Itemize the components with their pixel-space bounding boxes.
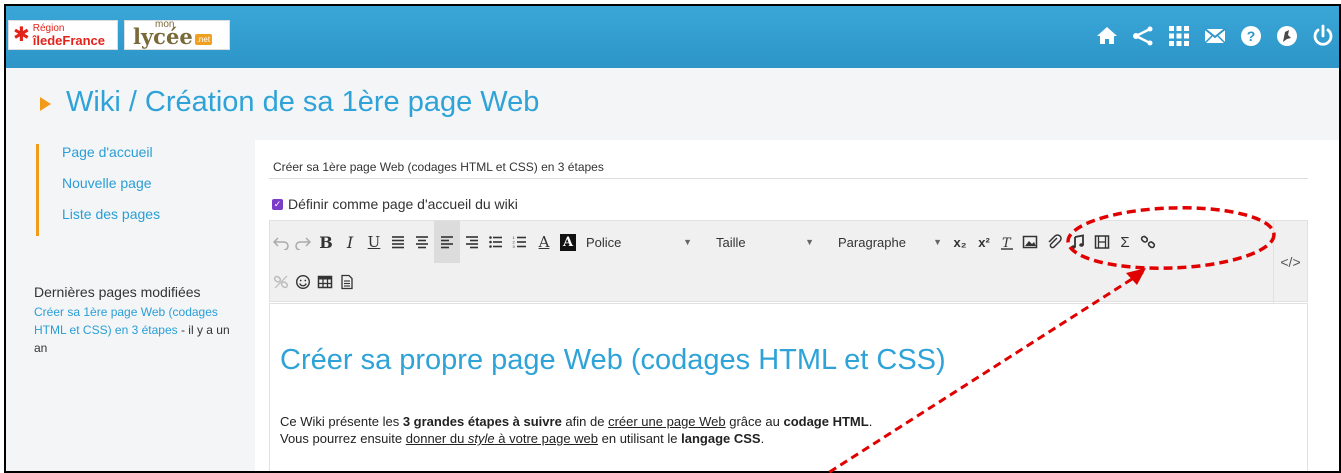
recent-pages: Dernières pages modifiées Créer sa 1ère … (34, 284, 244, 357)
homepage-checkbox-row[interactable]: ✓ Définir comme page d'accueil du wiki (272, 196, 518, 212)
underline-button[interactable]: U (362, 221, 386, 263)
link-icon[interactable] (1136, 221, 1160, 263)
mail-icon[interactable] (1203, 24, 1227, 48)
redo-icon[interactable] (292, 221, 314, 263)
font-family-select[interactable]: Police ▼ (580, 228, 698, 256)
editor-line-1: Ce Wiki présente les 3 grandes étapes à … (280, 413, 872, 430)
sidebar-nav: Page d'accueil Nouvelle page Liste des p… (36, 144, 160, 236)
editor-content[interactable]: Créer sa propre page Web (codages HTML e… (269, 303, 1308, 471)
image-icon[interactable] (1018, 221, 1042, 263)
homepage-checkbox-label: Définir comme page d'accueil du wiki (288, 196, 518, 212)
table-icon[interactable] (314, 264, 336, 300)
main-panel: Créer sa 1ère page Web (codages HTML et … (255, 140, 1339, 471)
share-icon[interactable] (1131, 24, 1155, 48)
line2-part-d: à votre page web (494, 431, 599, 446)
line1-part-c: afin de (561, 414, 609, 429)
toolbar-row-1: B I U 123 A A Police ▼ Taille ▼ Paragrap… (270, 221, 1160, 263)
line1-part-f: codage HTML (783, 414, 869, 429)
editor-line-2: Vous pourrez ensuite donner du style à v… (280, 430, 872, 447)
line2-part-b: donner du (405, 431, 468, 446)
help-icon[interactable]: ? (1239, 24, 1263, 48)
superscript-button[interactable]: x² (972, 221, 996, 263)
align-center-icon[interactable] (410, 221, 434, 263)
monlycee-logo-mon: mon (155, 19, 175, 30)
sidebar-item-page-list[interactable]: Liste des pages (62, 206, 160, 237)
line2-part-e: en utilisant le (598, 431, 682, 446)
attachment-icon[interactable] (1042, 221, 1066, 263)
top-icons: ? (1095, 24, 1335, 48)
background-color-button[interactable]: A (556, 221, 580, 263)
line2-part-f: langage CSS (681, 431, 761, 446)
region-star-icon: ✱ (13, 24, 30, 46)
power-icon[interactable] (1311, 24, 1335, 48)
background-color-label: A (559, 233, 577, 251)
font-size-chevron-down-icon: ▼ (805, 237, 814, 247)
audio-icon[interactable] (1066, 221, 1090, 263)
sidebar-item-new-page[interactable]: Nouvelle page (62, 175, 160, 206)
line1-part-d: créer une page Web (608, 414, 726, 429)
page-name-underline (269, 178, 1308, 179)
recent-pages-entry: Créer sa 1ère page Web (codages HTML et … (34, 303, 244, 357)
italic-button[interactable]: I (338, 221, 362, 263)
font-size-label: Taille (716, 234, 746, 250)
svg-text:T: T (1002, 236, 1012, 250)
font-family-chevron-down-icon: ▼ (683, 237, 692, 247)
line1-part-g: . (868, 414, 873, 429)
title-arrow-icon (40, 97, 51, 111)
text-color-button[interactable]: A (532, 221, 556, 263)
align-justify-icon[interactable] (386, 221, 410, 263)
clear-formatting-icon[interactable]: T (996, 221, 1018, 263)
undo-icon[interactable] (270, 221, 292, 263)
apps-grid-icon[interactable] (1167, 24, 1191, 48)
toolbar-row-2 (270, 264, 358, 300)
numbered-list-icon[interactable]: 123 (508, 221, 532, 263)
region-logo-line2: îledeFrance (32, 32, 106, 48)
home-icon[interactable] (1095, 24, 1119, 48)
line2-part-c: style (467, 431, 495, 446)
editor-heading: Créer sa propre page Web (codages HTML e… (280, 344, 946, 376)
line1-part-e: grâce au (725, 414, 784, 429)
align-right-icon[interactable] (460, 221, 484, 263)
bold-button[interactable]: B (314, 221, 338, 263)
svg-text:3: 3 (513, 244, 516, 249)
paragraph-format-chevron-down-icon: ▼ (933, 237, 942, 247)
region-logo-line1: Région (32, 22, 65, 34)
formula-button[interactable]: Σ (1114, 221, 1136, 263)
recent-pages-heading: Dernières pages modifiées (34, 284, 201, 300)
line2-part-g: . (760, 431, 765, 446)
monlycee-logo[interactable]: mon lycée .net (124, 19, 230, 50)
top-bar: ✱ Région îledeFrance mon lycée .net ? (6, 6, 1339, 68)
font-size-select[interactable]: Taille ▼ (710, 228, 820, 256)
subscript-button[interactable]: x₂ (948, 221, 972, 263)
monlycee-logo-net: .net (194, 34, 213, 45)
screenshot-frame: ✱ Région îledeFrance mon lycée .net ? Wi… (4, 4, 1341, 473)
page-title-text: Wiki / Création de sa 1ère page Web (66, 86, 540, 118)
line2-part-a: Vous pourrez ensuite (280, 431, 406, 446)
emoji-icon[interactable] (292, 264, 314, 300)
video-icon[interactable] (1090, 221, 1114, 263)
editor-paragraph: Ce Wiki présente les 3 grandes étapes à … (280, 413, 872, 447)
paragraph-format-label: Paragraphe (838, 234, 906, 250)
user-avatar-icon[interactable] (1275, 24, 1299, 48)
bullet-list-icon[interactable] (484, 221, 508, 263)
sidebar-item-home[interactable]: Page d'accueil (62, 144, 160, 175)
svg-text:?: ? (1247, 28, 1256, 44)
logos: ✱ Région îledeFrance mon lycée .net (8, 19, 230, 50)
paragraph-format-select[interactable]: Paragraphe ▼ (832, 228, 948, 256)
editor-toolbar: B I U 123 A A Police ▼ Taille ▼ Paragrap… (269, 220, 1308, 303)
page-name-input[interactable]: Créer sa 1ère page Web (codages HTML et … (273, 160, 604, 174)
font-family-label: Police (586, 234, 622, 250)
region-logo[interactable]: ✱ Région îledeFrance (8, 20, 118, 50)
homepage-checkbox[interactable]: ✓ (272, 198, 283, 210)
line1-part-b: 3 grandes étapes à suivre (402, 414, 562, 429)
page-title: Wiki / Création de sa 1ère page Web (40, 86, 539, 119)
unlink-icon[interactable] (270, 264, 292, 300)
line1-part-a: Ce Wiki présente les (280, 414, 403, 429)
template-icon[interactable] (336, 264, 358, 300)
align-left-icon[interactable] (434, 221, 460, 263)
source-code-button[interactable]: </> (1273, 221, 1307, 303)
